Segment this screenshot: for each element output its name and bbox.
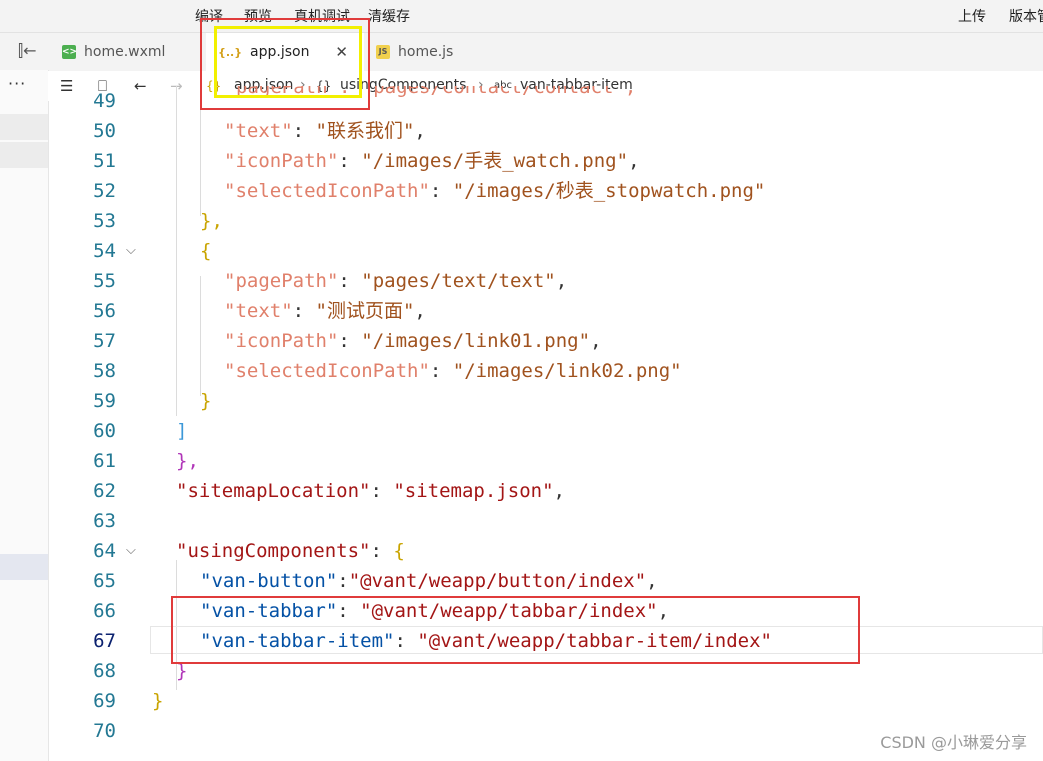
line-number: 50 xyxy=(93,120,116,142)
line-content: "text": "测试页面", xyxy=(224,300,426,322)
json-value: "/images/手表_watch.png" xyxy=(361,150,629,172)
js-file-icon: JS xyxy=(376,45,390,59)
line-content: }, xyxy=(176,450,199,472)
panel-row-selected[interactable] xyxy=(0,554,48,580)
line-number: 70 xyxy=(93,720,116,742)
split-editor-icon[interactable]: ⫿← xyxy=(18,41,37,61)
clear-cache-button[interactable]: 清缓存 xyxy=(368,6,410,26)
chevron-down-icon[interactable]: ⌵ xyxy=(126,236,136,266)
version-button[interactable]: 版本管 xyxy=(1009,6,1043,26)
line-number: 65 xyxy=(93,570,116,592)
line-content: { xyxy=(200,240,212,262)
watermark: CSDN @小琳爱分享 xyxy=(880,733,1027,752)
line-number: 51 xyxy=(93,150,116,172)
line-content: ] xyxy=(176,420,188,442)
code-line: 57 "iconPath": "/images/link01.png", xyxy=(48,326,1043,356)
wxml-file-icon: <> xyxy=(62,45,78,59)
panel-row[interactable] xyxy=(0,114,48,140)
line-number: 58 xyxy=(93,360,116,382)
more-icon[interactable]: ··· xyxy=(8,74,26,93)
code-line: 58 "selectedIconPath": "/images/link02.p… xyxy=(48,356,1043,386)
line-content: "selectedIconPath": "/images/link02.png" xyxy=(224,360,682,382)
tab-label: home.js xyxy=(398,44,454,60)
line-content: "pagePath": "pages/text/text", xyxy=(224,270,568,292)
code-line: 64 ⌵ "usingComponents": { xyxy=(48,536,1043,566)
code-line: 59 } xyxy=(48,386,1043,416)
json-key: "selectedIconPath" xyxy=(224,180,430,202)
line-number: 62 xyxy=(93,480,116,502)
json-value: "pages/text/text" xyxy=(361,270,556,292)
tab-home-js[interactable]: JS home.js xyxy=(364,33,504,71)
line-content: "iconPath": "/images/手表_watch.png", xyxy=(224,150,640,172)
code-line: 62 "sitemapLocation": "sitemap.json", xyxy=(48,476,1043,506)
line-content: "text": "联系我们", xyxy=(224,120,426,142)
panel-row[interactable] xyxy=(0,142,48,168)
code-line: 55 "pagePath": "pages/text/text", xyxy=(48,266,1043,296)
line-number: 69 xyxy=(93,690,116,712)
line-content: "sitemapLocation": "sitemap.json", xyxy=(176,480,565,502)
top-toolbar: 编译 预览 真机调试 清缓存 上传 版本管 xyxy=(0,0,1043,33)
line-number: 53 xyxy=(93,210,116,232)
annotation-box-red xyxy=(171,596,860,664)
code-line: 49 pagePath": "pages/contact/contact", xyxy=(48,86,1043,116)
left-panel xyxy=(0,70,49,761)
code-line: 53 }, xyxy=(48,206,1043,236)
code-line: 56 "text": "测试页面", xyxy=(48,296,1043,326)
json-value: "@vant/weapp/button/index" xyxy=(348,570,647,592)
upload-button[interactable]: 上传 xyxy=(958,6,986,26)
json-key: "text" xyxy=(224,300,293,322)
json-value: "/images/秒表_stopwatch.png" xyxy=(452,180,766,202)
line-number: 64 xyxy=(93,540,116,562)
line-number: 55 xyxy=(93,270,116,292)
line-number: 56 xyxy=(93,300,116,322)
json-value: "测试页面" xyxy=(315,300,415,322)
json-key: "sitemapLocation" xyxy=(176,480,371,502)
json-key: "van-button" xyxy=(200,570,338,592)
line-content: "selectedIconPath": "/images/秒表_stopwatc… xyxy=(224,180,766,202)
json-value: "/images/link02.png" xyxy=(452,360,682,382)
line-content: } xyxy=(200,390,212,412)
line-number: 52 xyxy=(93,180,116,202)
line-number: 68 xyxy=(93,660,116,682)
tab-home-wxml[interactable]: <> home.wxml xyxy=(50,33,204,71)
code-line: 51 "iconPath": "/images/手表_watch.png", xyxy=(48,146,1043,176)
code-line: 52 "selectedIconPath": "/images/秒表_stopw… xyxy=(48,176,1043,206)
open-brace: { xyxy=(393,540,405,562)
json-key: "text" xyxy=(224,120,293,142)
json-key: "pagePath" xyxy=(224,270,339,292)
line-number: 57 xyxy=(93,330,116,352)
line-content: "iconPath": "/images/link01.png", xyxy=(224,330,602,352)
line-number: 49 xyxy=(93,90,116,112)
code-line: 63 xyxy=(48,506,1043,536)
code-line: 54 ⌵ { xyxy=(48,236,1043,266)
code-line: 65 "van-button":"@vant/weapp/button/inde… xyxy=(48,566,1043,596)
code-line: 60 ] xyxy=(48,416,1043,446)
json-key: "iconPath" xyxy=(224,330,339,352)
code-line: 61 }, xyxy=(48,446,1043,476)
code-line: 50 "text": "联系我们", xyxy=(48,116,1043,146)
line-number: 66 xyxy=(93,600,116,622)
line-content: "van-button":"@vant/weapp/button/index", xyxy=(200,570,658,592)
line-content: "usingComponents": { xyxy=(176,540,405,562)
json-value: "/images/link01.png" xyxy=(361,330,591,352)
line-number: 67 xyxy=(93,630,116,652)
editor-tab-bar: ⫿← <> home.wxml {..} app.json ✕ JS home.… xyxy=(0,33,1043,72)
json-value: "联系我们" xyxy=(315,120,415,142)
json-key: "usingComponents" xyxy=(176,540,371,562)
annotation-box-yellow xyxy=(214,26,362,98)
line-content: } xyxy=(152,690,164,712)
tab-label: home.wxml xyxy=(84,44,166,60)
json-key: "selectedIconPath" xyxy=(224,360,430,382)
line-number: 63 xyxy=(93,510,116,532)
line-number: 54 xyxy=(93,240,116,262)
json-value: "sitemap.json" xyxy=(393,480,554,502)
line-number: 61 xyxy=(93,450,116,472)
line-content: }, xyxy=(200,210,223,232)
code-line: 69 } xyxy=(48,686,1043,716)
line-number: 59 xyxy=(93,390,116,412)
chevron-down-icon[interactable]: ⌵ xyxy=(126,536,136,566)
line-number: 60 xyxy=(93,420,116,442)
json-key: "iconPath" xyxy=(224,150,339,172)
